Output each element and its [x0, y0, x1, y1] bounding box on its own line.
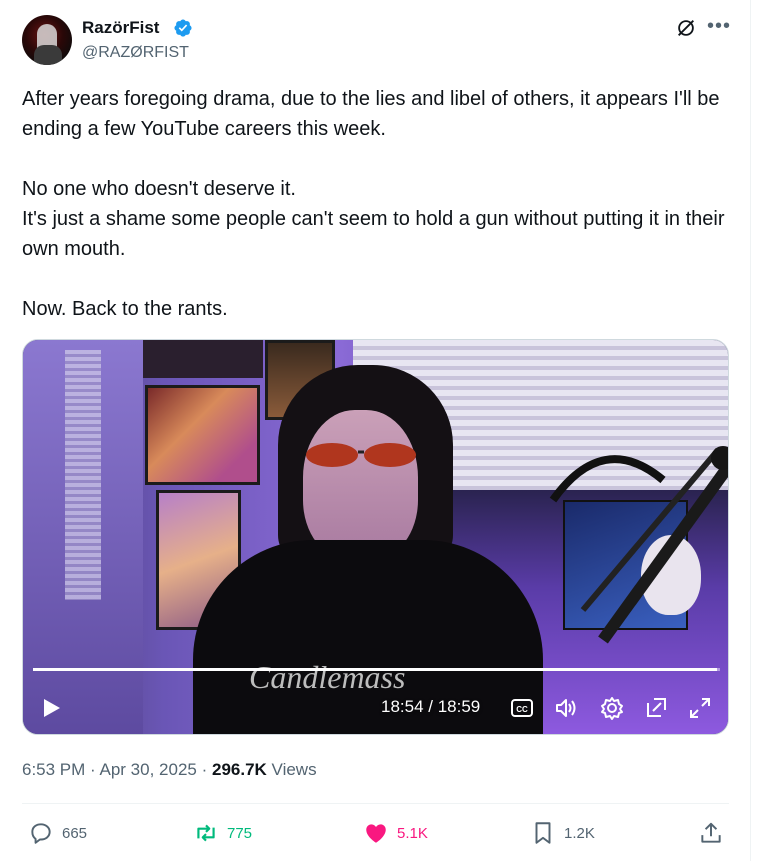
video-time: 18:54 / 18:59	[381, 697, 481, 716]
bookmark-icon	[535, 822, 551, 844]
captions-icon[interactable]: CC	[509, 695, 535, 721]
views-label: Views	[271, 760, 317, 779]
video-scene-sunglasses	[306, 443, 416, 467]
bookmark-button[interactable]: 1.2K	[530, 820, 595, 846]
tweet-meta: 6:53 PM · Apr 30, 2025 · 296.7K Views	[22, 760, 317, 780]
video-scene-poster	[143, 340, 263, 378]
fullscreen-icon[interactable]	[687, 695, 713, 721]
share-button[interactable]	[698, 820, 732, 846]
pip-icon[interactable]	[644, 695, 670, 721]
tweet-text: After years foregoing drama, due to the …	[22, 84, 734, 324]
avatar-figure-body	[34, 45, 62, 65]
share-icon	[701, 822, 721, 843]
views-count: 296.7K	[211, 760, 267, 779]
meta-separator: ·	[201, 760, 212, 779]
tweet-date[interactable]: Apr 30, 2025	[100, 760, 197, 779]
video-overlay-shirt-logo: Candlemass	[249, 659, 405, 695]
settings-icon[interactable]	[599, 695, 625, 721]
repost-count: 775	[227, 824, 253, 842]
tweet-paragraph-2: No one who doesn't deserve it.	[22, 178, 296, 200]
bookmark-count: 1.2K	[564, 824, 595, 842]
verified-badge-icon	[174, 19, 192, 37]
handle[interactable]: @RAZØRFIST	[82, 43, 189, 63]
like-count: 5.1K	[397, 824, 428, 842]
reply-button[interactable]: 665	[28, 820, 87, 846]
tweet-card: RazörFist @RAZØRFIST ••• After years for…	[0, 0, 751, 861]
tweet-time[interactable]: 6:53 PM	[22, 760, 85, 779]
reply-icon	[31, 823, 51, 844]
like-icon	[366, 824, 386, 843]
reply-count: 665	[62, 824, 88, 842]
video-progress-bar[interactable]	[33, 668, 720, 671]
video-scene-mic-arm	[549, 446, 728, 644]
video-scene-poster	[145, 385, 260, 485]
video-scene-blinds-left	[65, 350, 101, 600]
meta-separator: ·	[90, 760, 100, 779]
video-progress-fill	[33, 668, 717, 671]
volume-icon[interactable]	[553, 695, 579, 721]
video-scene-person-face	[303, 410, 418, 560]
like-button[interactable]: 5.1K	[363, 820, 428, 846]
tweet-paragraph-3: It's just a shame some people can't seem…	[22, 208, 725, 260]
tweet-paragraph-1: After years foregoing drama, due to the …	[22, 88, 720, 140]
svg-text:Candlemass: Candlemass	[249, 659, 405, 695]
tweet-paragraph-4: Now. Back to the rants.	[22, 298, 228, 320]
divider	[22, 803, 729, 804]
display-name[interactable]: RazörFist	[82, 18, 159, 38]
play-icon[interactable]	[39, 696, 63, 720]
svg-text:CC: CC	[516, 705, 528, 714]
avatar[interactable]	[22, 15, 72, 65]
video-player[interactable]: Candlemass 18:54 / 18:59 CC	[22, 339, 729, 735]
grok-icon[interactable]	[675, 17, 697, 39]
video-scene-person-body	[193, 540, 543, 734]
repost-button[interactable]: 775	[193, 820, 252, 846]
repost-icon	[197, 824, 215, 842]
more-icon[interactable]: •••	[707, 16, 730, 39]
